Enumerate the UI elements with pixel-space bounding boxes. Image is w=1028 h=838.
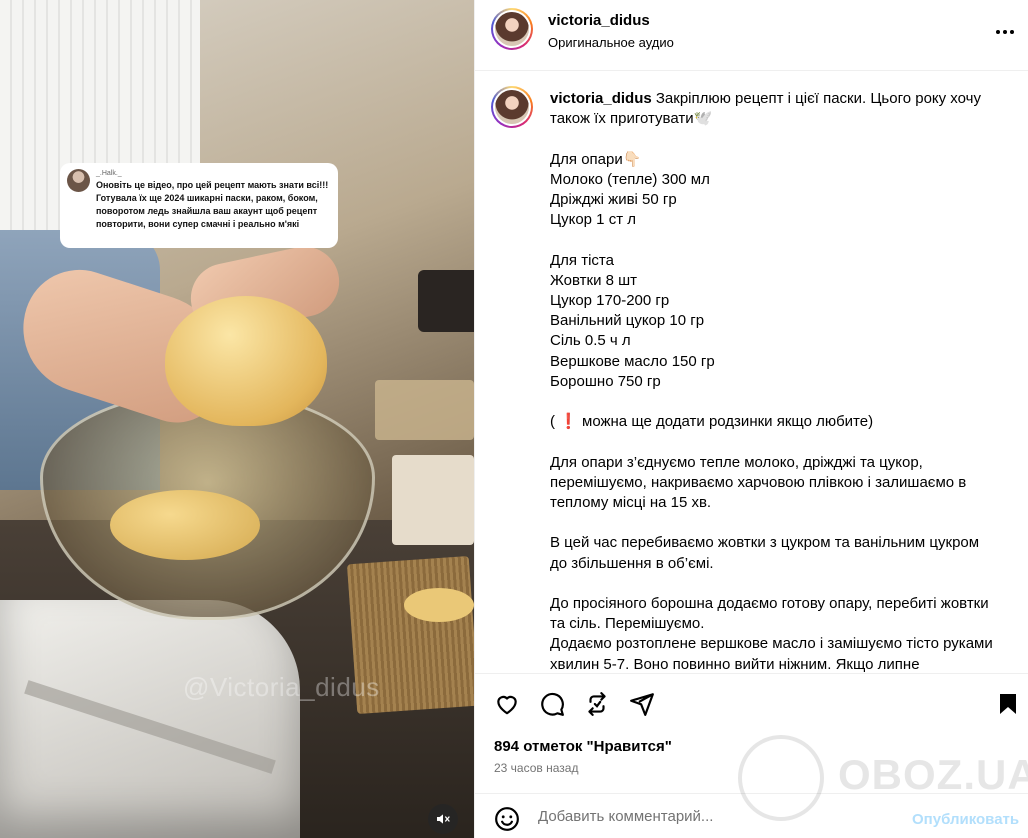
bookmark-icon (1000, 694, 1016, 714)
send-button[interactable] (627, 689, 657, 719)
repost-button[interactable] (582, 689, 612, 719)
likes-count[interactable]: 894 отметок "Нравится" (494, 738, 672, 755)
comment-input[interactable] (538, 808, 888, 825)
media-towel (0, 600, 300, 838)
post-comment-button[interactable]: Опубликовать (912, 811, 1019, 828)
comment-icon (541, 692, 564, 716)
caption-author-avatar[interactable] (491, 86, 533, 128)
commenter-username: _.Halk._ (96, 170, 122, 177)
speaker-muted-icon (437, 814, 450, 824)
media-dough-ball (165, 296, 327, 426)
mute-button[interactable] (428, 804, 458, 834)
caption-username[interactable]: victoria_didus (550, 90, 652, 107)
like-button[interactable] (492, 689, 522, 719)
caption-scroll-area[interactable]: victoria_didus Закріплюю рецепт і цієї п… (475, 72, 1028, 673)
post-header: victoria_didus Оригинальное аудио (475, 0, 1028, 71)
comment-button[interactable] (537, 689, 567, 719)
caption-text: Закріплюю рецепт і цієї паски. Цього рок… (550, 90, 993, 673)
media-watermark: @Victoria_didus (183, 672, 380, 702)
commenter-avatar (67, 169, 90, 192)
media-dough (404, 588, 474, 622)
more-options-icon[interactable] (993, 20, 1017, 44)
media-mold (375, 380, 474, 440)
media-dough (110, 490, 260, 560)
emoji-icon (495, 807, 519, 831)
save-button[interactable] (993, 689, 1023, 719)
media-grinder (418, 270, 474, 332)
post-panel: victoria_didus Оригинальное аудио victor… (474, 0, 1028, 838)
post-caption: victoria_didus Закріплюю рецепт і цієї п… (550, 89, 1000, 673)
media-mold (392, 455, 474, 545)
author-avatar[interactable] (491, 8, 533, 50)
author-username[interactable]: victoria_didus (548, 12, 650, 29)
emoji-button[interactable] (493, 805, 521, 833)
comment-bar: Опубликовать (475, 793, 1028, 838)
audio-label[interactable]: Оригинальное аудио (548, 35, 674, 50)
reply-comment-card: _.Halk._ Оновіть це відео, про цей рецеп… (60, 163, 338, 248)
post-media[interactable]: _.Halk._ Оновіть це відео, про цей рецеп… (0, 0, 474, 838)
comment-text: Оновіть це відео, про цей рецепт мають з… (96, 180, 329, 229)
send-icon (630, 693, 654, 716)
action-bar: 894 отметок "Нравится" 23 часов назад (475, 673, 1028, 793)
repost-icon (588, 692, 606, 716)
post-timestamp[interactable]: 23 часов назад (494, 761, 578, 775)
heart-icon (497, 695, 517, 715)
